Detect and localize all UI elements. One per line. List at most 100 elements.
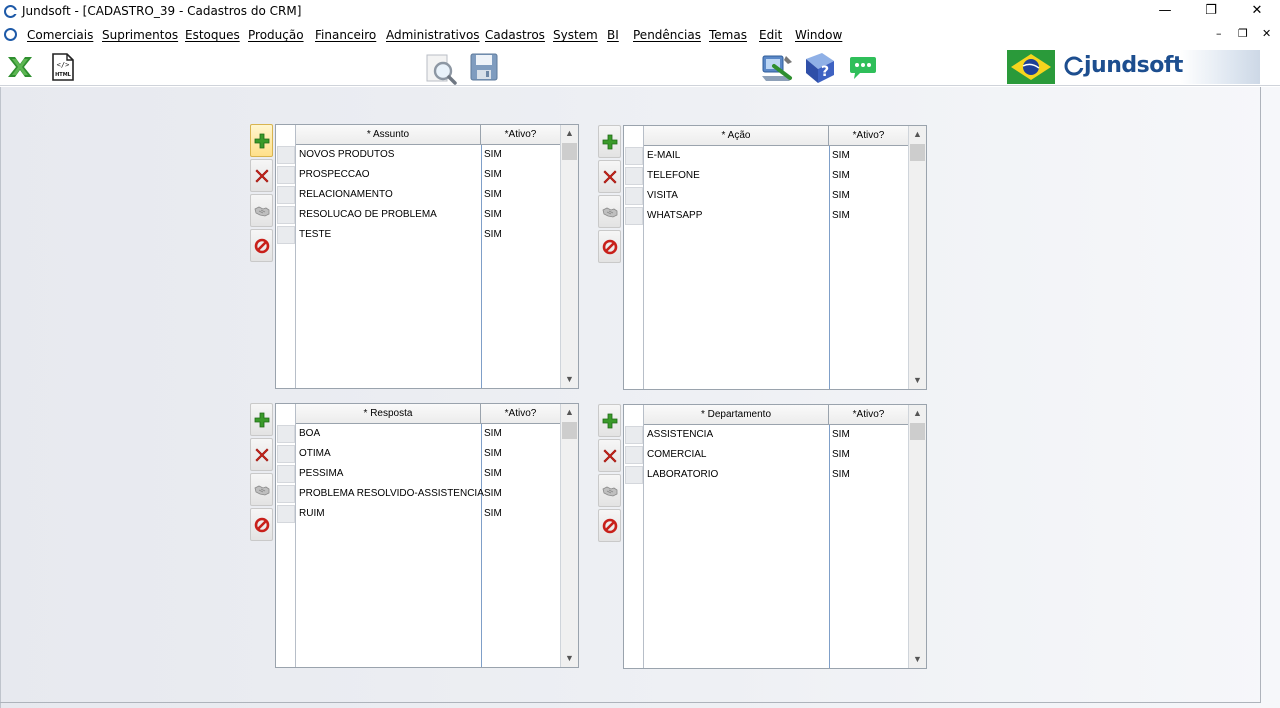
table-row[interactable]: RUIM SIM: [276, 504, 560, 524]
resposta-scrollbar[interactable]: ▲ ▼: [561, 404, 578, 667]
assunto-add-button[interactable]: [250, 124, 273, 157]
brazil-flag-icon[interactable]: [1007, 50, 1055, 87]
departamento-grid: * Departamento *Ativo? ASSISTENCIA SIM CO…: [623, 404, 927, 669]
chat-icon[interactable]: [849, 55, 877, 84]
menu-system[interactable]: System: [553, 28, 598, 42]
scroll-up-arrow-icon[interactable]: ▲: [561, 404, 578, 421]
table-row[interactable]: PROSPECCAO SIM: [276, 165, 560, 185]
scroll-up-arrow-icon[interactable]: ▲: [909, 405, 926, 422]
departamento-ativo-column-header[interactable]: *Ativo?: [829, 405, 908, 425]
table-row[interactable]: WHATSAPP SIM: [624, 206, 908, 226]
scroll-down-arrow-icon[interactable]: ▼: [909, 651, 926, 668]
departamento-cancel-button[interactable]: [598, 509, 621, 542]
resposta-column-header[interactable]: * Resposta: [296, 404, 481, 424]
departamento-add-button[interactable]: [598, 404, 621, 437]
scroll-down-arrow-icon[interactable]: ▼: [909, 372, 926, 389]
svg-text:HTML: HTML: [55, 72, 72, 78]
assunto-grid: * Assunto *Ativo? NOVOS PRODUTOS SIM PROS…: [275, 124, 579, 389]
scroll-thumb[interactable]: [562, 422, 577, 439]
departamento-cell: ASSISTENCIA: [647, 429, 714, 440]
acao-delete-button[interactable]: [598, 160, 621, 193]
menu-pendencias[interactable]: Pendências: [633, 28, 701, 42]
menu-bi[interactable]: BI: [607, 28, 619, 42]
departamento-delete-button[interactable]: [598, 439, 621, 472]
table-row[interactable]: BOA SIM: [276, 424, 560, 444]
scroll-down-arrow-icon[interactable]: ▼: [561, 650, 578, 667]
departamento-column-header[interactable]: * Departamento: [644, 405, 829, 425]
acao-add-button[interactable]: [598, 125, 621, 158]
ativo-cell: SIM: [484, 428, 502, 439]
acao-confirm-button[interactable]: [598, 195, 621, 228]
acao-scrollbar[interactable]: ▲ ▼: [909, 126, 926, 389]
departamento-scrollbar[interactable]: ▲ ▼: [909, 405, 926, 668]
resposta-delete-button[interactable]: [250, 438, 273, 471]
jundsoft-logo: jundsoft: [1060, 50, 1260, 84]
acao-cell: E-MAIL: [647, 150, 681, 161]
html-icon[interactable]: </> HTML: [51, 53, 75, 84]
minimize-button[interactable]: —: [1142, 0, 1188, 24]
save-disk-icon[interactable]: [470, 53, 498, 84]
assunto-cancel-button[interactable]: [250, 229, 273, 262]
table-row[interactable]: RELACIONAMENTO SIM: [276, 185, 560, 205]
table-row[interactable]: TESTE SIM: [276, 225, 560, 245]
scroll-thumb[interactable]: [562, 143, 577, 160]
resposta-ativo-column-header[interactable]: *Ativo?: [481, 404, 560, 424]
resposta-cell: PROBLEMA RESOLVIDO-ASSISTENCIA: [299, 488, 484, 499]
menu-temas[interactable]: Temas: [709, 28, 747, 42]
acao-column-header[interactable]: * Ação: [644, 126, 829, 146]
assunto-scrollbar[interactable]: ▲ ▼: [561, 125, 578, 388]
table-row[interactable]: OTIMA SIM: [276, 444, 560, 464]
menu-suprimentos[interactable]: Suprimentos: [102, 28, 178, 42]
menu-window[interactable]: Window: [795, 28, 842, 42]
assunto-ativo-column-header[interactable]: *Ativo?: [481, 125, 560, 145]
menu-cadastros[interactable]: Cadastros: [485, 28, 545, 42]
acao-grid: * Ação *Ativo? E-MAIL SIM TELEFONE SIM VIS…: [623, 125, 927, 390]
mdi-app-icon[interactable]: [4, 28, 17, 41]
table-row[interactable]: RESOLUCAO DE PROBLEMA SIM: [276, 205, 560, 225]
table-row[interactable]: NOVOS PRODUTOS SIM: [276, 145, 560, 165]
assunto-delete-button[interactable]: [250, 159, 273, 192]
assunto-confirm-button[interactable]: [250, 194, 273, 227]
excel-icon[interactable]: [6, 54, 34, 83]
departamento-confirm-button[interactable]: [598, 474, 621, 507]
assunto-column-header[interactable]: * Assunto: [296, 125, 481, 145]
table-row[interactable]: VISITA SIM: [624, 186, 908, 206]
resposta-cell: RUIM: [299, 508, 325, 519]
cancel-icon: [602, 239, 618, 255]
tools-icon[interactable]: [760, 52, 794, 87]
cancel-icon: [254, 238, 270, 254]
acao-cancel-button[interactable]: [598, 230, 621, 263]
mdi-minimize-button[interactable]: –: [1216, 27, 1222, 40]
mdi-close-button[interactable]: ✕: [1262, 27, 1271, 40]
resposta-add-button[interactable]: [250, 403, 273, 436]
scroll-down-arrow-icon[interactable]: ▼: [561, 371, 578, 388]
scroll-thumb[interactable]: [910, 144, 925, 161]
menu-comerciais[interactable]: Comerciais: [27, 28, 93, 42]
table-row[interactable]: PESSIMA SIM: [276, 464, 560, 484]
restore-button[interactable]: ❐: [1188, 0, 1234, 24]
table-row[interactable]: E-MAIL SIM: [624, 146, 908, 166]
mdi-restore-button[interactable]: ❐: [1238, 27, 1248, 40]
scroll-up-arrow-icon[interactable]: ▲: [561, 125, 578, 142]
close-button[interactable]: ✕: [1234, 0, 1280, 24]
table-row[interactable]: COMERCIAL SIM: [624, 445, 908, 465]
scroll-thumb[interactable]: [910, 423, 925, 440]
resposta-confirm-button[interactable]: [250, 473, 273, 506]
resposta-cancel-button[interactable]: [250, 508, 273, 541]
help-book-icon[interactable]: ?: [802, 51, 836, 88]
menu-financeiro[interactable]: Financeiro: [315, 28, 376, 42]
svg-text:?: ?: [821, 64, 829, 80]
table-row[interactable]: PROBLEMA RESOLVIDO-ASSISTENCIA SIM: [276, 484, 560, 504]
acao-ativo-column-header[interactable]: *Ativo?: [829, 126, 908, 146]
menu-edit[interactable]: Edit: [759, 28, 782, 42]
table-row[interactable]: LABORATORIO SIM: [624, 465, 908, 485]
table-row[interactable]: ASSISTENCIA SIM: [624, 425, 908, 445]
menu-producao[interactable]: Produção: [248, 28, 304, 42]
menu-administrativos[interactable]: Administrativos: [386, 28, 480, 42]
scroll-up-arrow-icon[interactable]: ▲: [909, 126, 926, 143]
preview-search-icon[interactable]: [424, 53, 458, 88]
assunto-cell: NOVOS PRODUTOS: [299, 149, 395, 160]
table-row[interactable]: TELEFONE SIM: [624, 166, 908, 186]
menu-estoques[interactable]: Estoques: [185, 28, 240, 42]
ativo-cell: SIM: [832, 429, 850, 440]
